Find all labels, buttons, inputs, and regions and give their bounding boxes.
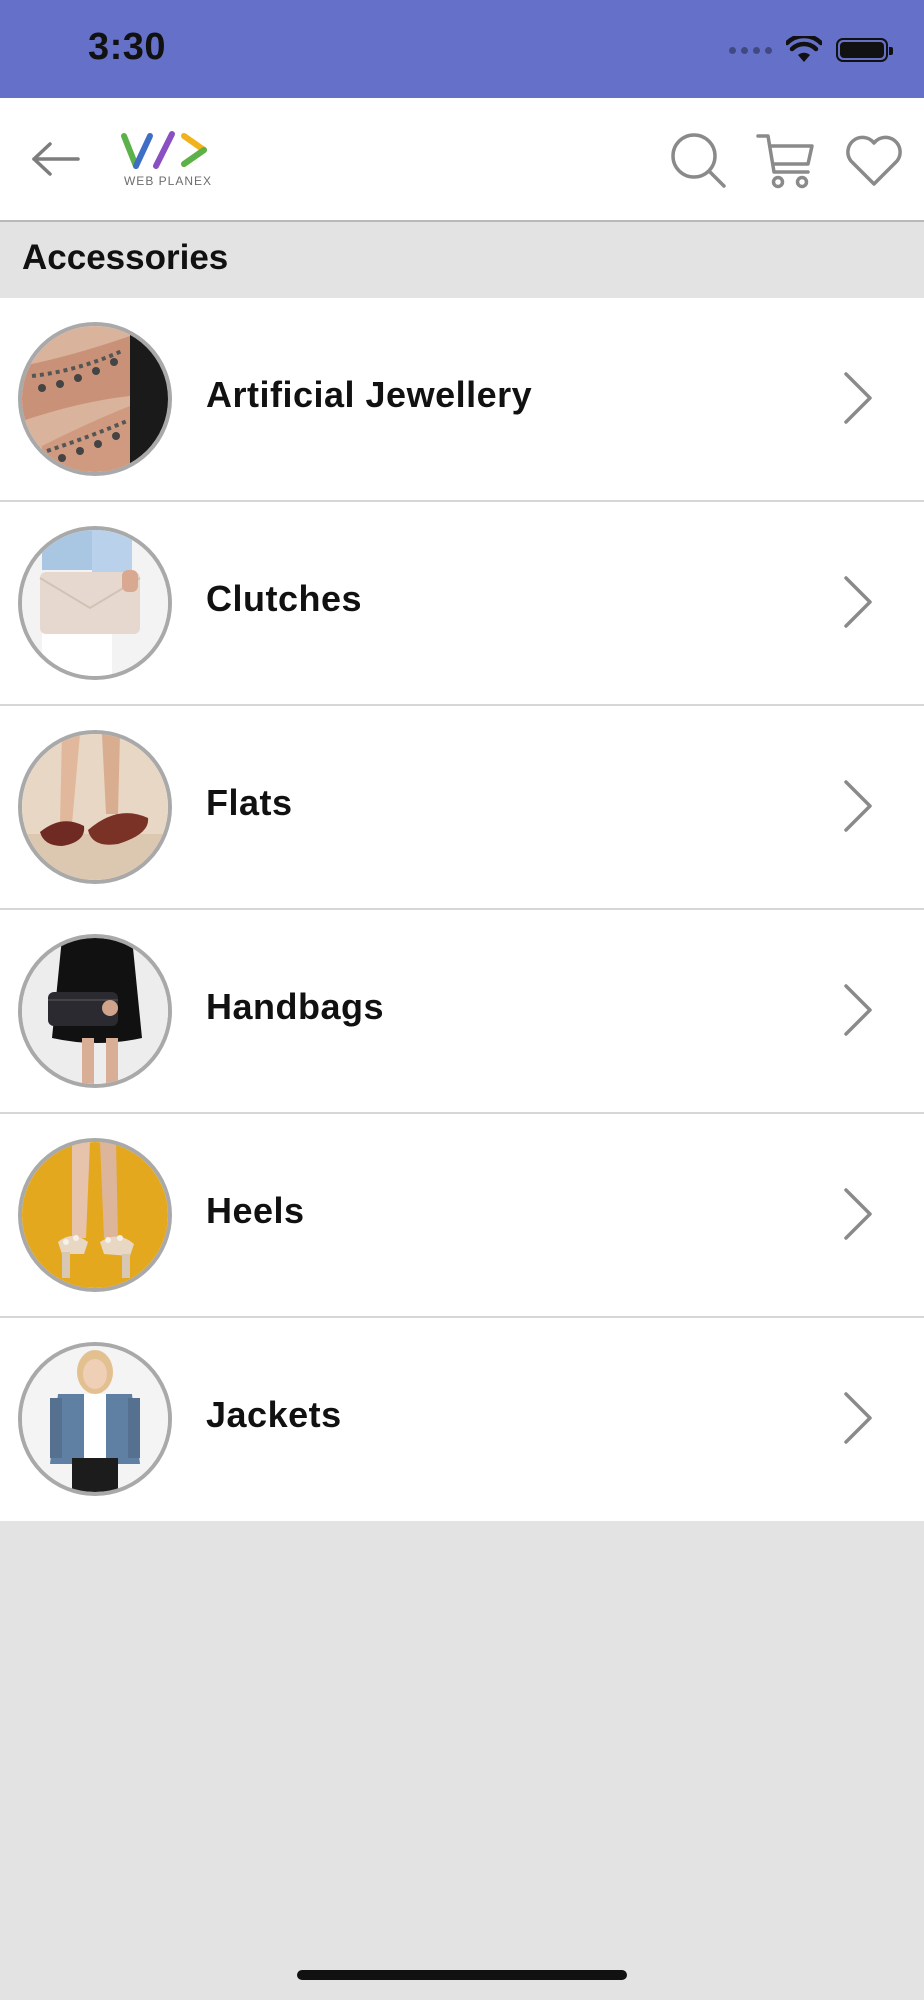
category-row-flats[interactable]: Flats <box>0 706 924 910</box>
status-time: 3:30 <box>88 26 167 68</box>
category-label: Handbags <box>206 986 385 1027</box>
wifi-icon <box>786 36 822 62</box>
category-row-artificial-jewellery[interactable]: Artificial Jewellery <box>0 298 924 502</box>
flats-thumbnail <box>18 730 172 884</box>
category-label: Heels <box>206 1190 305 1231</box>
wishlist-button[interactable] <box>844 130 904 190</box>
logo-text: WEB PLANEX <box>123 174 213 188</box>
web-planex-logo: WEB PLANEX <box>120 128 216 190</box>
chevron-right-icon <box>844 372 872 424</box>
heels-thumbnail <box>18 1138 172 1292</box>
cart-icon <box>756 134 814 189</box>
clutch-thumbnail <box>18 526 172 680</box>
status-indicators <box>729 30 893 70</box>
chevron-right-icon <box>844 576 872 628</box>
handbag-thumbnail <box>18 934 172 1088</box>
app-header: WEB PLANEX <box>0 98 924 222</box>
search-icon <box>671 133 726 188</box>
anklet-thumbnail <box>18 322 172 476</box>
logo-mark-icon <box>121 131 207 169</box>
category-label: Jackets <box>206 1394 342 1435</box>
category-row-clutches[interactable]: Clutches <box>0 502 924 706</box>
cart-button[interactable] <box>756 130 816 190</box>
category-label: Artificial Jewellery <box>206 374 533 415</box>
category-row-jackets[interactable]: Jackets <box>0 1318 924 1521</box>
jacket-thumbnail <box>18 1342 172 1496</box>
category-row-handbags[interactable]: Handbags <box>0 910 924 1114</box>
category-row-heels[interactable]: Heels <box>0 1114 924 1318</box>
search-button[interactable] <box>668 130 728 190</box>
battery-icon <box>836 38 893 62</box>
heart-icon <box>846 135 902 186</box>
chevron-right-icon <box>844 780 872 832</box>
category-label: Clutches <box>206 578 363 619</box>
section-header: Accessories <box>0 222 924 298</box>
home-indicator[interactable] <box>297 1970 627 1980</box>
chevron-right-icon <box>844 1392 872 1444</box>
back-arrow-icon <box>32 142 80 176</box>
category-label: Flats <box>206 782 293 823</box>
back-button[interactable] <box>28 136 84 182</box>
status-bar: 3:30 <box>0 0 924 98</box>
chevron-right-icon <box>844 1188 872 1240</box>
signal-icon <box>729 46 772 54</box>
section-title: Accessories <box>22 238 229 277</box>
chevron-right-icon <box>844 984 872 1036</box>
category-list: Artificial Jewellery Clutches Flats Hand… <box>0 298 924 1521</box>
